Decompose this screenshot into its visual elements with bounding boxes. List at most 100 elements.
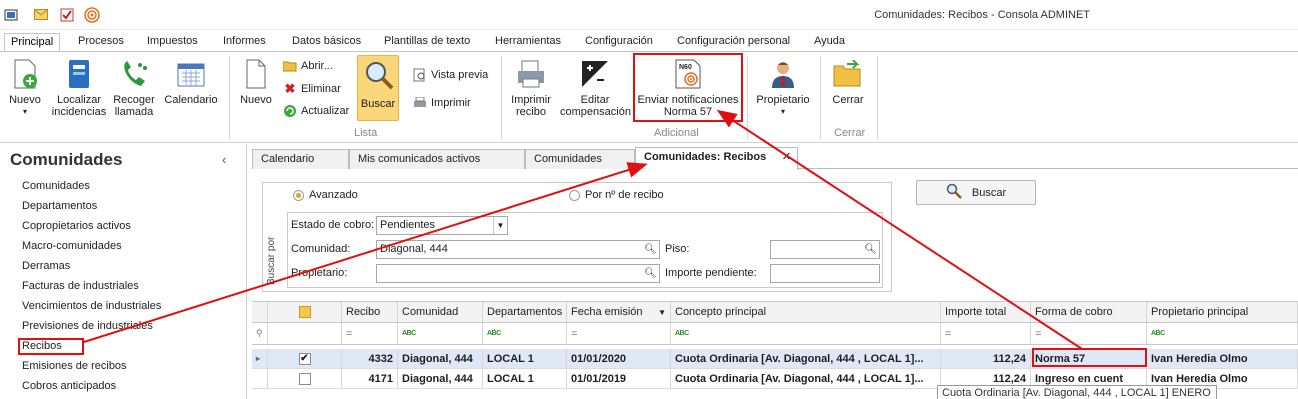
filter-propietario[interactable]: ABC [1147,323,1298,344]
filter-comunidad[interactable]: ABC [398,323,483,344]
filter-concepto[interactable]: ABC [671,323,941,344]
signal-icon[interactable] [83,6,101,24]
column-fecha-emision[interactable]: Fecha emisión ▼ [567,302,671,322]
vista-previa-button[interactable]: Vista previa [413,68,488,82]
nav-item-facturas[interactable]: Facturas de industriales [22,280,139,292]
tasks-icon[interactable] [58,6,76,24]
imprimir-recibo-button[interactable]: Imprimir recibo [506,58,556,118]
comunidad-label: Comunidad: [291,243,351,255]
nav-item-emisiones[interactable]: Emisiones de recibos [22,360,127,372]
nav-item-comunidades[interactable]: Comunidades [22,180,90,192]
tab-configuracion[interactable]: Configuración [579,33,659,52]
annotation-box-norma57 [1032,348,1147,367]
eliminar-button[interactable]: ✖ Eliminar [283,81,341,96]
nav-item-departamentos[interactable]: Departamentos [22,200,97,212]
filter-departamentos[interactable]: ABC [483,323,567,344]
localizar-incidencias-button[interactable]: Localizar incidencias [50,58,108,118]
owner-person-icon [767,58,799,90]
search-icon [946,183,962,202]
cell-importe: 112,24 [941,349,1031,368]
recoger-llamada-button[interactable]: Recoger llamada [110,58,158,118]
search-icon[interactable]: 🔍︎ [643,266,658,281]
column-comunidad[interactable]: Comunidad [398,302,483,322]
column-forma-cobro[interactable]: Forma de cobro [1031,302,1147,322]
doctab-comunidades[interactable]: Comunidades [525,149,635,169]
phone-book-icon [63,58,95,90]
row-checkbox[interactable] [268,369,342,388]
tab-herramientas[interactable]: Herramientas [489,33,567,52]
filter-recibo[interactable]: = [342,323,398,344]
cerrar-button[interactable]: Cerrar [826,58,870,106]
nav-item-cobros-anticipados[interactable]: Cobros anticipados [22,380,116,392]
doctab-comunicados[interactable]: Mis comunicados activos [349,149,525,169]
chevron-down-icon[interactable]: ▼ [493,217,507,234]
close-icon[interactable]: ✕ [782,148,791,166]
filter-fecha[interactable]: = [567,323,671,344]
tab-configuracion-personal[interactable]: Configuración personal [671,33,796,52]
calendario-button[interactable]: Calendario [162,58,220,106]
nav-item-vencimientos[interactable]: Vencimientos de industriales [22,300,161,312]
print-receipt-icon [515,58,547,90]
tab-impuestos[interactable]: Impuestos [141,33,204,52]
navigation-panel: Comunidades ‹ Comunidades Departamentos … [0,144,247,399]
importe-label: Importe pendiente: [665,267,757,279]
group-label-cerrar: Cerrar [834,127,866,139]
tab-principal[interactable]: Principal [4,33,61,52]
row-checkbox[interactable]: ✔ [268,349,342,368]
mail-icon[interactable] [32,6,50,24]
radio-avanzado[interactable]: Avanzado [293,189,358,201]
checkbox-icon [298,372,311,385]
nav-item-macro-comunidades[interactable]: Macro-comunidades [22,240,122,252]
search-icon[interactable]: 🔍︎ [643,242,658,257]
cell-departamento: LOCAL 1 [483,349,567,368]
propietario-button[interactable]: Propietario ▾ [752,58,814,118]
radio-selected-icon [293,189,304,201]
nav-item-derramas[interactable]: Derramas [22,260,70,272]
tab-plantillas[interactable]: Plantillas de texto [378,33,476,52]
cell-concepto: Cuota Ordinaria [Av. Diagonal, 444 , LOC… [671,349,941,368]
app-icon[interactable] [2,6,20,24]
column-concepto[interactable]: Concepto principal [671,302,941,322]
column-propietario[interactable]: Propietario principal [1147,302,1298,322]
tab-procesos[interactable]: Procesos [72,33,130,52]
abrir-button[interactable]: Abrir... [283,59,333,73]
tab-informes[interactable]: Informes [217,33,272,52]
cell-recibo: 4332 [342,349,398,368]
preview-icon [413,68,427,82]
nuevo-list-button[interactable]: Nuevo [236,58,276,106]
filter-importe[interactable]: = [941,323,1031,344]
nav-item-copropietarios[interactable]: Copropietarios activos [22,220,131,232]
buscar-ribbon-button[interactable]: Buscar [357,55,399,121]
propietario-field[interactable]: 🔍︎ [376,264,660,283]
ribbon-separator [229,56,230,140]
importe-field[interactable] [770,264,880,283]
cell-concepto: Cuota Ordinaria [Av. Diagonal, 444 , LOC… [671,369,941,388]
doctab-calendario[interactable]: Calendario [252,149,349,169]
imprimir-button[interactable]: Imprimir [413,96,471,110]
piso-label: Piso: [665,243,690,255]
ribbon-separator [747,56,748,140]
column-departamentos[interactable]: Departamentos [483,302,567,322]
nav-item-previsiones[interactable]: Previsiones de industriales [22,320,153,332]
tab-ayuda[interactable]: Ayuda [808,33,851,52]
checkbox-checked-icon: ✔ [298,352,311,365]
buscar-button[interactable]: Buscar [916,180,1036,205]
collapse-chevron-icon[interactable]: ‹ [222,152,226,167]
annotation-box-enviar [633,53,743,122]
search-icon[interactable]: 🔍︎ [863,242,878,257]
editar-compensacion-button[interactable]: Editar compensación [560,58,631,118]
folder-open-icon [283,59,297,73]
column-recibo[interactable]: Recibo [342,302,398,322]
close-folder-icon [832,58,864,90]
actualizar-button[interactable]: Actualizar [283,104,349,118]
filter-forma[interactable]: = [1031,323,1147,344]
nuevo-button[interactable]: Nuevo ▾ [4,58,46,118]
select-all-checkbox[interactable] [268,302,342,322]
tab-datos-basicos[interactable]: Datos básicos [286,33,367,52]
column-importe[interactable]: Importe total [941,302,1031,322]
radio-por-numero[interactable]: Por nº de recibo [569,189,664,201]
piso-field[interactable]: 🔍︎ [770,240,880,259]
estado-select[interactable]: Pendientes ▼ [376,216,508,235]
doctab-comunidades-recibos[interactable]: Comunidades: Recibos ✕ [635,147,798,170]
comunidad-field[interactable]: Diagonal, 444 🔍︎ [376,240,660,259]
